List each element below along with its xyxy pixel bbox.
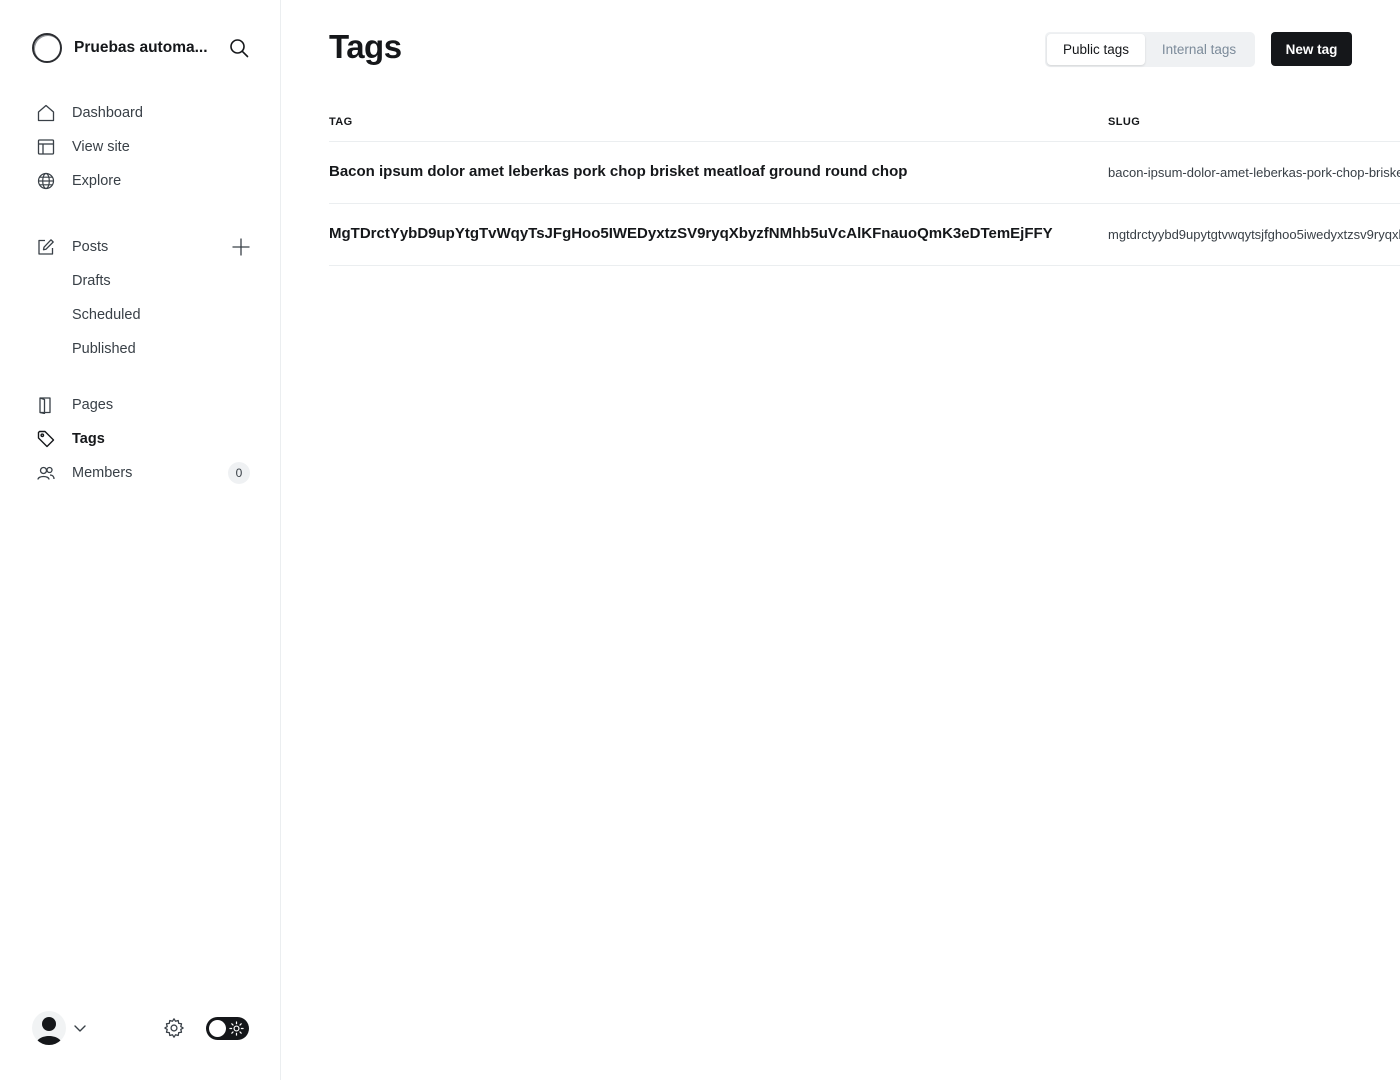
- sidebar-item-scheduled[interactable]: Scheduled: [36, 300, 252, 330]
- tag-slug: mgtdrctyybd9upytgtvwqytsjfghoo5iwedyxtzs…: [1108, 227, 1400, 242]
- tag-name[interactable]: Bacon ipsum dolor amet leberkas pork cho…: [329, 163, 907, 180]
- column-header-slug: SLUG: [1108, 116, 1141, 128]
- sidebar-item-label: Posts: [72, 239, 109, 255]
- users-icon: [36, 463, 56, 483]
- tags-table: TAG SLUG Bacon ipsum dolor amet leberkas…: [329, 96, 1400, 266]
- sidebar-item-dashboard[interactable]: Dashboard: [36, 98, 252, 128]
- new-tag-button[interactable]: New tag: [1271, 32, 1352, 66]
- sidebar-item-label: Tags: [72, 431, 105, 447]
- sidebar-item-label: Published: [72, 341, 136, 357]
- tag-icon: [36, 429, 56, 449]
- sidebar: Pruebas automa... Dashboard View site Ex…: [0, 0, 281, 1080]
- sidebar-item-explore[interactable]: Explore: [36, 166, 252, 196]
- chevron-down-icon[interactable]: [72, 1020, 88, 1036]
- table-row[interactable]: MgTDrctYybD9upYtgTvWqyTsJFgHoo5IWEDyxtzS…: [329, 204, 1400, 266]
- sidebar-item-label: View site: [72, 139, 130, 155]
- sidebar-item-members[interactable]: Members 0: [36, 458, 252, 488]
- sidebar-item-pages[interactable]: Pages: [36, 390, 252, 420]
- tag-name[interactable]: MgTDrctYybD9upYtgTvWqyTsJFgHoo5IWEDyxtzS…: [329, 225, 1053, 242]
- sidebar-item-label: Pages: [72, 397, 114, 413]
- site-brand[interactable]: Pruebas automa...: [32, 32, 252, 64]
- theme-toggle[interactable]: [206, 1017, 249, 1040]
- main-content: Tags Public tags Internal tags New tag T…: [282, 0, 1400, 1080]
- app: Pruebas automa... Dashboard View site Ex…: [0, 0, 1400, 1080]
- sidebar-item-label: Members: [72, 465, 133, 481]
- sidebar-item-posts[interactable]: Posts: [36, 232, 252, 262]
- gear-icon[interactable]: [163, 1017, 185, 1039]
- globe-icon: [36, 171, 56, 191]
- sidebar-item-tags[interactable]: Tags: [36, 424, 252, 454]
- sun-icon: [229, 1021, 244, 1036]
- sidebar-item-label: Scheduled: [72, 307, 141, 323]
- table-header: TAG SLUG: [329, 96, 1400, 142]
- tag-slug: bacon-ipsum-dolor-amet-leberkas-pork-cho…: [1108, 165, 1400, 180]
- sidebar-item-label: Dashboard: [72, 105, 143, 121]
- tag-type-switch: Public tags Internal tags: [1045, 32, 1255, 67]
- avatar[interactable]: [32, 1011, 66, 1045]
- sidebar-item-published[interactable]: Published: [36, 334, 252, 364]
- page-icon: [36, 395, 56, 415]
- search-icon[interactable]: [228, 37, 250, 59]
- sidebar-item-label: Explore: [72, 173, 122, 189]
- sidebar-item-drafts[interactable]: Drafts: [36, 266, 252, 296]
- sidebar-item-view-site[interactable]: View site: [36, 132, 252, 162]
- site-name: Pruebas automa...: [74, 39, 208, 56]
- table-row[interactable]: Bacon ipsum dolor amet leberkas pork cho…: [329, 142, 1400, 204]
- add-post-button[interactable]: [230, 236, 252, 258]
- site-logo: [32, 33, 62, 63]
- tab-public-tags[interactable]: Public tags: [1047, 34, 1145, 65]
- home-icon: [36, 103, 56, 123]
- layout-icon: [36, 137, 56, 157]
- column-header-tag: TAG: [329, 116, 353, 128]
- sidebar-item-label: Drafts: [72, 273, 111, 289]
- edit-icon: [36, 237, 56, 257]
- tab-internal-tags[interactable]: Internal tags: [1145, 34, 1253, 65]
- toggle-knob: [209, 1020, 226, 1037]
- members-count-badge: 0: [228, 462, 250, 484]
- page-title: Tags: [329, 28, 402, 65]
